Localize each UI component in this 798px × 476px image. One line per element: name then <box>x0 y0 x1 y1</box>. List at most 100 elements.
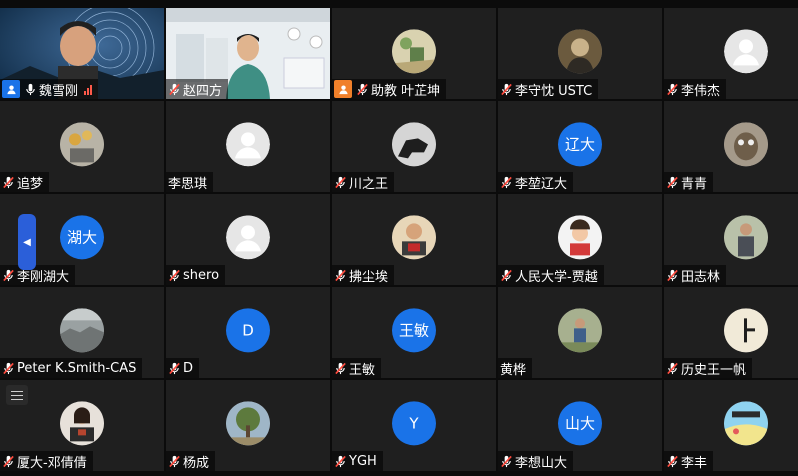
participant-name: 王敏 <box>349 362 376 378</box>
nameplate: Peter K.Smith-CAS <box>0 358 143 378</box>
microphone-muted-icon <box>2 362 15 375</box>
avatar: 王敏 <box>392 307 436 352</box>
microphone-muted-icon <box>666 362 679 375</box>
microphone-muted-icon <box>334 362 347 375</box>
nameplate: D <box>166 358 200 378</box>
nameplate: 田志林 <box>664 265 727 285</box>
nameplate: 川之王 <box>332 172 395 192</box>
nameplate: 追梦 <box>0 172 50 192</box>
microphone-muted-icon <box>168 362 181 375</box>
participant-tile[interactable]: 李丰 <box>664 380 798 471</box>
nameplate: 历史王一帆 <box>664 358 753 378</box>
avatar: Y <box>392 400 436 445</box>
participant-tile[interactable]: 黄桦 <box>498 287 662 378</box>
nameplate: 厦大-邓倩倩 <box>0 451 93 471</box>
participant-tile[interactable]: 追梦 <box>0 101 164 192</box>
participant-tile[interactable]: 助教 叶芷坤 <box>332 8 496 99</box>
microphone-muted-icon <box>168 455 181 468</box>
participant-tile[interactable]: 拂尘埃 <box>332 194 496 285</box>
microphone-muted-icon <box>500 269 513 282</box>
microphone-muted-icon <box>334 269 347 282</box>
participant-name: 李伟杰 <box>681 83 721 99</box>
nameplate: 王敏 <box>332 358 382 378</box>
participant-tile[interactable]: 王敏 王敏 <box>332 287 496 378</box>
participant-tile[interactable]: DD <box>166 287 330 378</box>
participant-tile[interactable]: 辽大李堃辽大 <box>498 101 662 192</box>
participant-tile[interactable]: Y YGH <box>332 380 496 471</box>
participant-tile[interactable]: 李守忱 USTC <box>498 8 662 99</box>
nameplate: 李想山大 <box>498 451 574 471</box>
participant-name: 杨成 <box>183 455 210 471</box>
participant-name: 厦大-邓倩倩 <box>17 455 87 471</box>
avatar <box>392 214 436 259</box>
participant-grid: 魏雪刚 赵四方 助教 叶芷坤 李守忱 USTC 李伟杰 追梦 李思琪 川之王 辽大 李堃辽大 青青湖… <box>0 8 798 476</box>
microphone-muted-icon <box>666 176 679 189</box>
participant-tile[interactable]: 李伟杰 <box>664 8 798 99</box>
microphone-muted-icon <box>500 455 513 468</box>
avatar <box>724 307 768 352</box>
participant-tile[interactable]: 李思琪 <box>166 101 330 192</box>
microphone-muted-icon <box>356 83 369 96</box>
nameplate: 魏雪刚 <box>0 79 99 99</box>
participant-tile[interactable]: 山大 李想山大 <box>498 380 662 471</box>
nameplate: shero <box>166 265 226 285</box>
nameplate: 李堃辽大 <box>498 172 574 192</box>
default-person-icon <box>724 28 768 73</box>
microphone-muted-icon <box>2 269 15 282</box>
participant-tile[interactable]: 人民大学-贾越 <box>498 194 662 285</box>
avatar <box>558 214 602 259</box>
default-person-icon <box>226 121 270 166</box>
participant-name: 黄桦 <box>500 362 527 378</box>
avatar: 湖大 <box>60 214 104 259</box>
hamburger-menu-icon[interactable] <box>6 385 28 405</box>
participant-name: 人民大学-贾越 <box>515 269 598 285</box>
participant-name: 魏雪刚 <box>39 83 79 99</box>
participant-tile[interactable]: 杨成 <box>166 380 330 471</box>
nameplate: 李守忱 USTC <box>498 79 599 99</box>
participant-tile[interactable]: shero <box>166 194 330 285</box>
avatar <box>724 121 768 166</box>
participant-name: 青青 <box>681 176 708 192</box>
participant-name: 田志林 <box>681 269 721 285</box>
avatar <box>392 28 436 73</box>
participant-tile[interactable]: 历史王一帆 <box>664 287 798 378</box>
avatar: D <box>226 307 270 352</box>
avatar <box>226 400 270 445</box>
avatar <box>558 28 602 73</box>
participant-tile[interactable]: 川之王 <box>332 101 496 192</box>
person-blue-icon <box>2 80 20 98</box>
microphone-muted-icon <box>500 83 513 96</box>
participant-tile[interactable]: 青青 <box>664 101 798 192</box>
microphone-muted-icon <box>666 269 679 282</box>
microphone-muted-icon <box>666 83 679 96</box>
nameplate: 杨成 <box>166 451 216 471</box>
participant-name: 助教 叶芷坤 <box>371 83 441 99</box>
participant-name: 李堃辽大 <box>515 176 568 192</box>
participant-name: 历史王一帆 <box>681 362 747 378</box>
nameplate: 赵四方 <box>166 79 229 99</box>
participant-name: YGH <box>349 453 377 469</box>
participant-tile[interactable]: 田志林 <box>664 194 798 285</box>
side-panel-toggle[interactable]: ◀ <box>18 214 36 270</box>
nameplate: 李丰 <box>664 451 714 471</box>
participant-name: 李想山大 <box>515 455 568 471</box>
participant-name: 李丰 <box>681 455 708 471</box>
participant-tile[interactable]: Peter K.Smith-CAS <box>0 287 164 378</box>
avatar <box>724 400 768 445</box>
participant-tile[interactable]: 赵四方 <box>166 8 330 99</box>
avatar: 辽大 <box>558 121 602 166</box>
participant-name: shero <box>183 267 220 283</box>
nameplate: 李伟杰 <box>664 79 727 99</box>
avatar <box>724 214 768 259</box>
avatar <box>60 400 104 445</box>
microphone-icon <box>24 83 37 96</box>
participant-name: 李守忱 USTC <box>515 83 593 99</box>
nameplate: 人民大学-贾越 <box>498 265 604 285</box>
microphone-muted-icon <box>500 176 513 189</box>
avatar <box>558 307 602 352</box>
chevron-left-icon: ◀ <box>23 236 31 248</box>
person-orange-icon <box>334 80 352 98</box>
nameplate: 助教 叶芷坤 <box>332 79 447 99</box>
participant-tile[interactable]: 魏雪刚 <box>0 8 164 99</box>
default-person-icon <box>226 214 270 259</box>
